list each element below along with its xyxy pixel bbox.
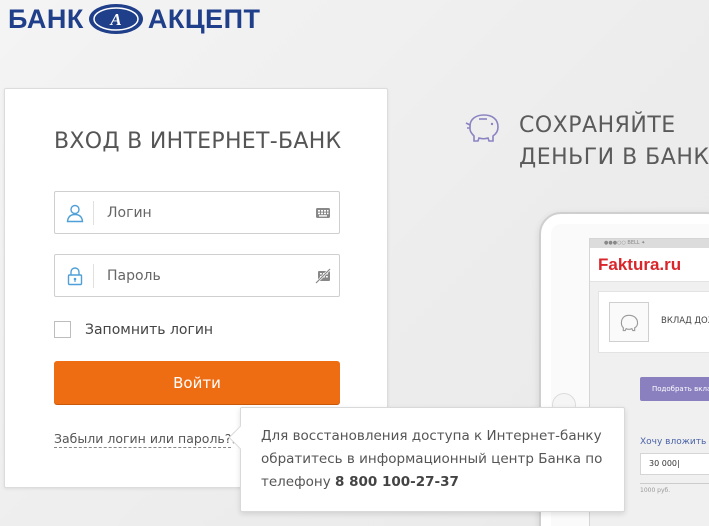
- promo-heading: СОХРАНЯЙТЕ ДЕНЬГИ В БАНКЕ: [519, 110, 709, 174]
- lock-icon: [67, 267, 83, 286]
- password-field[interactable]: [54, 254, 340, 297]
- user-icon: [66, 204, 84, 223]
- remember-login[interactable]: Запомнить логин: [54, 321, 213, 338]
- bank-logo[interactable]: БАНК А АКЦЕПТ: [8, 2, 260, 36]
- faktura-logo: Faktura.ru: [590, 248, 709, 282]
- logo-emblem-letter: А: [109, 10, 121, 29]
- deposit-label: ВКЛАД ДОХ: [661, 316, 709, 326]
- tablet-statusbar: ●●●○○ BELL ✦: [590, 239, 709, 248]
- deposit-card: ВКЛАД ДОХ: [598, 291, 709, 353]
- piggy-bank-icon: [465, 114, 499, 142]
- remember-checkbox[interactable]: [54, 321, 71, 338]
- login-title: ВХОД В ИНТЕРНЕТ-БАНК: [54, 129, 342, 154]
- logo-emblem-icon: А: [88, 4, 143, 34]
- field-separator: [93, 264, 94, 288]
- login-button[interactable]: Войти: [54, 361, 340, 404]
- logo-word-right: АКЦЕПТ: [147, 3, 261, 34]
- remember-label[interactable]: Запомнить логин: [85, 322, 213, 338]
- invest-label: Хочу вложить: [640, 437, 707, 447]
- password-input[interactable]: [107, 263, 297, 289]
- keyboard-icon[interactable]: [315, 205, 331, 221]
- invest-input: 30 000|: [640, 453, 709, 475]
- promo-line-1: СОХРАНЯЙТЕ: [519, 113, 676, 138]
- login-input[interactable]: [107, 200, 297, 226]
- forgot-password-link[interactable]: Забыли логин или пароль?: [54, 431, 232, 448]
- promo-line-2: ДЕНЬГИ В БАНКЕ: [519, 145, 709, 170]
- eye-hidden-icon[interactable]: [315, 268, 331, 284]
- piggy-bank-small-icon: [609, 302, 649, 342]
- support-phone[interactable]: 8 800 100-27-37: [335, 474, 459, 490]
- field-separator: [93, 201, 94, 225]
- pick-deposit-button: Подобрать вклад: [640, 377, 709, 401]
- login-field[interactable]: [54, 191, 340, 234]
- slider-min-label: 1000 руб.: [640, 487, 671, 494]
- amount-slider: [640, 483, 709, 484]
- recovery-tooltip: Для восстановления доступа к Интернет-ба…: [240, 407, 625, 512]
- logo-word-left: БАНК: [8, 3, 84, 34]
